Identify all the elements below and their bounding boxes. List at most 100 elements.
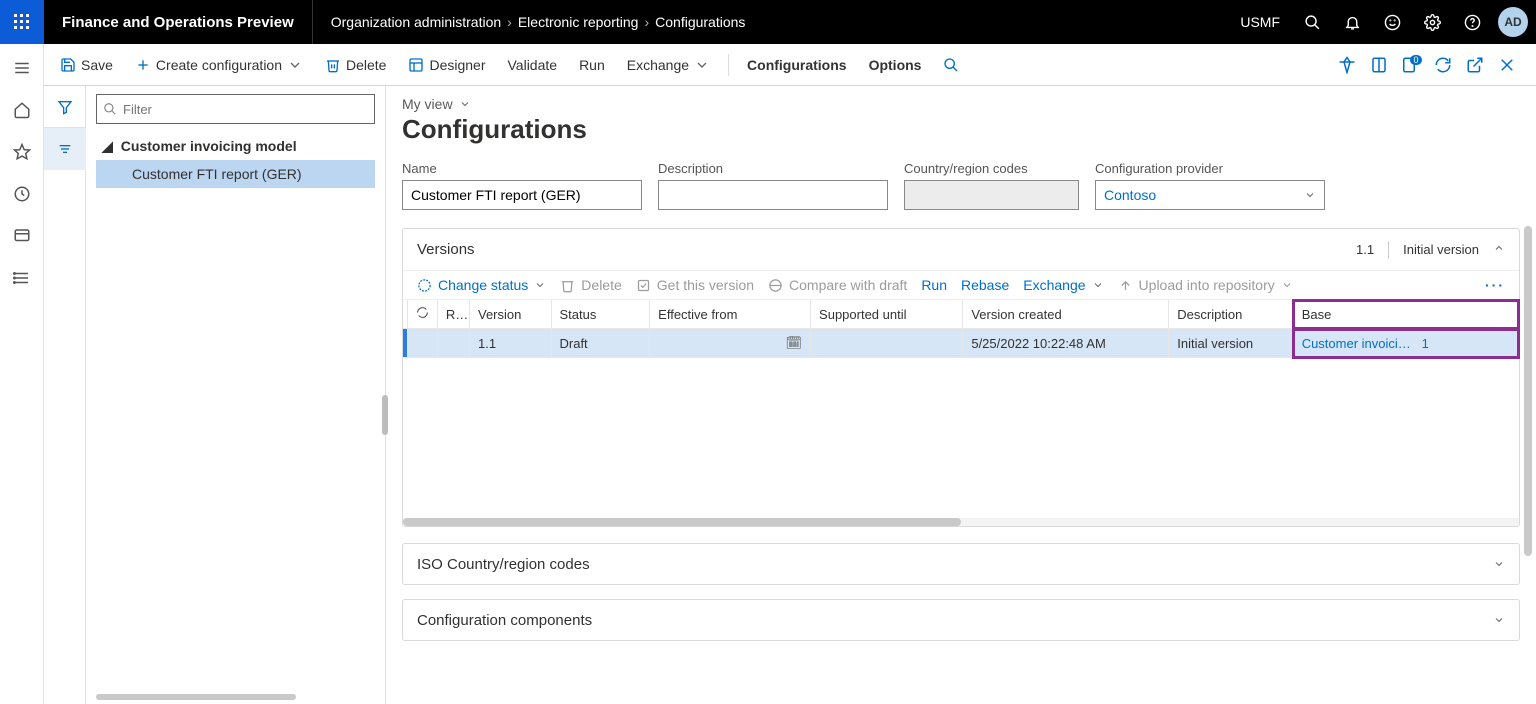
options-label: Options xyxy=(869,57,922,73)
office-icon[interactable] xyxy=(1364,50,1394,80)
components-card[interactable]: Configuration components xyxy=(402,599,1520,641)
calendar-icon[interactable]: 🗓 xyxy=(786,335,803,350)
topbar: Finance and Operations Preview Organizat… xyxy=(0,0,1536,44)
company-code[interactable]: USMF xyxy=(1240,14,1280,30)
attachments-icon[interactable]: 0 xyxy=(1396,50,1426,80)
app-launcher[interactable] xyxy=(0,0,44,44)
chevron-down-icon xyxy=(534,279,546,291)
provider-select[interactable]: Contoso xyxy=(1095,180,1325,210)
filter-tab-funnel[interactable] xyxy=(44,86,86,128)
version-exchange-label: Exchange xyxy=(1023,277,1085,293)
tree-node-child[interactable]: Customer FTI report (GER) xyxy=(96,160,375,188)
designer-label: Designer xyxy=(429,57,485,73)
find-button[interactable] xyxy=(935,53,967,77)
options-tab[interactable]: Options xyxy=(861,53,930,77)
more-button[interactable]: ··· xyxy=(1485,277,1505,293)
cell-description: Initial version xyxy=(1169,329,1293,358)
run-label: Run xyxy=(579,57,605,73)
base-extra[interactable]: 1 xyxy=(1422,336,1429,351)
avatar[interactable]: AD xyxy=(1498,7,1528,37)
refresh-icon[interactable] xyxy=(1428,50,1458,80)
save-button[interactable]: Save xyxy=(52,53,121,77)
rebase-label: Rebase xyxy=(961,277,1009,293)
exchange-button[interactable]: Exchange xyxy=(619,53,718,77)
get-version-button: Get this version xyxy=(636,277,754,293)
version-run-button[interactable]: Run xyxy=(921,277,947,293)
delete-button[interactable]: Delete xyxy=(317,53,394,77)
breadcrumb-item[interactable]: Organization administration xyxy=(331,14,501,30)
filter-tab-lines[interactable] xyxy=(44,128,86,170)
iso-card[interactable]: ISO Country/region codes xyxy=(402,543,1520,585)
modules-icon[interactable] xyxy=(4,260,40,296)
description-input[interactable] xyxy=(658,180,888,210)
exchange-label: Exchange xyxy=(627,57,689,73)
hamburger-icon[interactable] xyxy=(4,50,40,86)
tree-filter[interactable] xyxy=(96,94,375,124)
clock-icon[interactable] xyxy=(4,176,40,212)
country-label: Country/region codes xyxy=(904,161,1079,176)
popout-icon[interactable] xyxy=(1460,50,1490,80)
tree-parent-label: Customer invoicing model xyxy=(121,138,297,154)
col-version-created[interactable]: Version created xyxy=(963,300,1169,329)
grid-hscrollbar[interactable] xyxy=(403,518,1519,526)
version-exchange-button[interactable]: Exchange xyxy=(1023,277,1103,293)
chevron-up-icon[interactable] xyxy=(1493,241,1505,258)
app-title: Finance and Operations Preview xyxy=(44,0,313,44)
bell-icon[interactable] xyxy=(1332,0,1372,44)
breadcrumb-item[interactable]: Electronic reporting xyxy=(518,14,639,30)
upload-button: Upload into repository xyxy=(1118,277,1293,293)
base-link[interactable]: Customer invoici… xyxy=(1302,336,1411,351)
versions-card: Versions 1.1 Initial version Change stat… xyxy=(402,228,1520,527)
star-icon[interactable] xyxy=(4,134,40,170)
col-version[interactable]: Version xyxy=(469,300,551,329)
search-icon[interactable] xyxy=(1292,0,1332,44)
provider-label: Configuration provider xyxy=(1095,161,1325,176)
breadcrumb-item[interactable]: Configurations xyxy=(655,14,745,30)
chevron-down-icon xyxy=(1092,279,1104,291)
tree-node-parent[interactable]: ◢ Customer invoicing model xyxy=(96,132,375,160)
configurations-tab[interactable]: Configurations xyxy=(739,53,855,77)
diamond-icon[interactable] xyxy=(1332,50,1362,80)
home-icon[interactable] xyxy=(4,92,40,128)
col-r[interactable]: R… xyxy=(437,300,469,329)
page-title: Configurations xyxy=(402,114,1520,145)
versions-header[interactable]: Versions 1.1 Initial version xyxy=(403,229,1519,271)
description-label: Description xyxy=(658,161,888,176)
tree-hscrollbar[interactable] xyxy=(96,694,296,700)
smile-icon[interactable] xyxy=(1372,0,1412,44)
versions-grid: R… Version Status Effective from Support… xyxy=(403,300,1519,526)
gear-icon[interactable] xyxy=(1412,0,1452,44)
versions-title: Versions xyxy=(417,241,1356,258)
col-refresh[interactable] xyxy=(407,300,437,329)
breadcrumb: Organization administration › Electronic… xyxy=(313,0,1241,44)
create-configuration-button[interactable]: Create configuration xyxy=(127,53,311,77)
cell-supported-until xyxy=(811,329,963,358)
help-icon[interactable] xyxy=(1452,0,1492,44)
tree-expand-icon: ◢ xyxy=(102,138,113,155)
col-supported-until[interactable]: Supported until xyxy=(811,300,963,329)
grid-row[interactable]: 1.1 Draft 🗓 5/25/2022 10:22:48 AM Initia… xyxy=(403,329,1519,358)
col-effective-from[interactable]: Effective from xyxy=(650,300,811,329)
close-icon[interactable] xyxy=(1492,50,1522,80)
cell-base[interactable]: Customer invoici… 1 xyxy=(1293,329,1518,358)
name-input[interactable] xyxy=(402,180,642,210)
components-title: Configuration components xyxy=(417,612,592,629)
create-label: Create configuration xyxy=(156,57,282,73)
get-version-label: Get this version xyxy=(657,277,754,293)
validate-button[interactable]: Validate xyxy=(500,53,566,77)
run-button[interactable]: Run xyxy=(571,53,613,77)
iso-title: ISO Country/region codes xyxy=(417,556,590,573)
rebase-button[interactable]: Rebase xyxy=(961,277,1009,293)
col-status[interactable]: Status xyxy=(551,300,650,329)
designer-button[interactable]: Designer xyxy=(400,53,493,77)
col-description[interactable]: Description xyxy=(1169,300,1293,329)
compare-label: Compare with draft xyxy=(789,277,907,293)
tree-filter-input[interactable] xyxy=(123,102,368,117)
content-vscrollbar[interactable] xyxy=(1524,226,1532,556)
workspace-icon[interactable] xyxy=(4,218,40,254)
view-selector[interactable]: My view xyxy=(402,96,1520,112)
version-delete-label: Delete xyxy=(581,277,621,293)
tree-pane: ◢ Customer invoicing model Customer FTI … xyxy=(86,86,386,704)
col-base[interactable]: Base xyxy=(1293,300,1518,329)
change-status-button[interactable]: Change status xyxy=(417,277,546,293)
